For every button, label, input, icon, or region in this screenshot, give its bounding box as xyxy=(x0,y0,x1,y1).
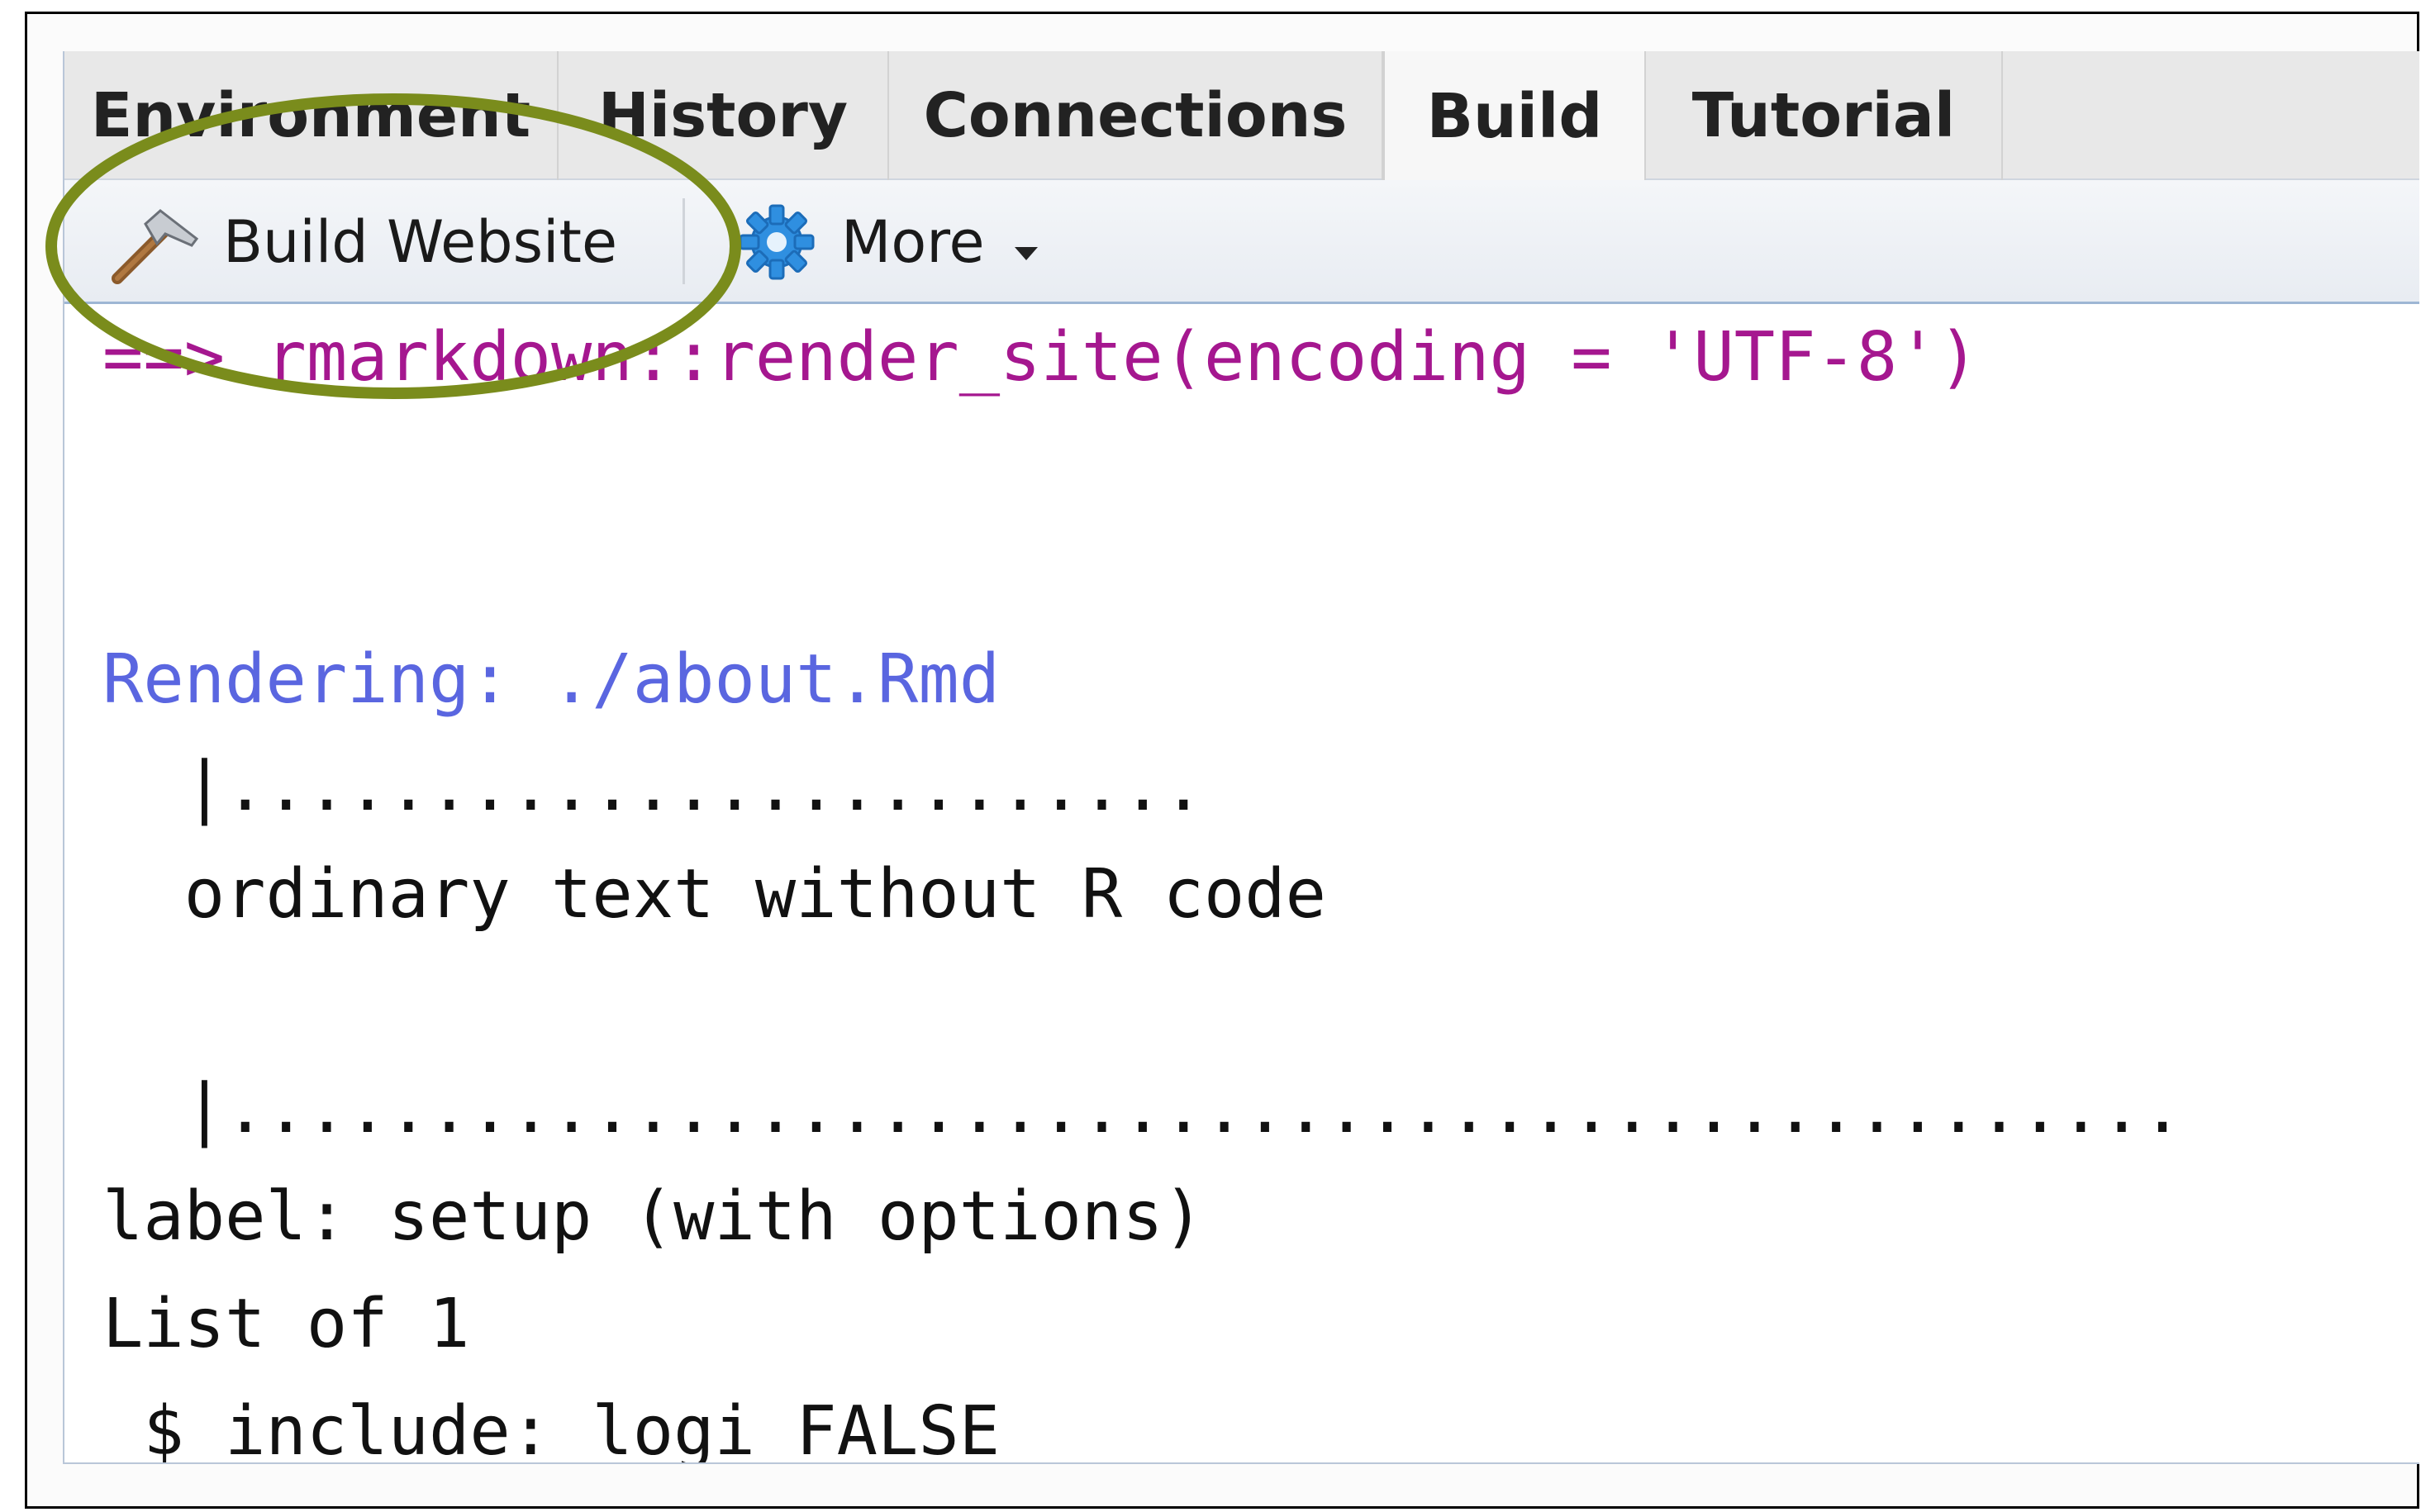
caret-down-icon xyxy=(1013,208,1039,276)
build-website-label: Build Website xyxy=(223,208,618,276)
build-pane: Environment History Connections Build Tu… xyxy=(63,51,2419,1464)
console-line: |........................ xyxy=(102,748,1204,826)
console-line: |.......................................… xyxy=(102,1070,2183,1148)
toolbar-separator xyxy=(683,198,685,284)
tab-connections[interactable]: Connections xyxy=(889,51,1383,180)
tab-build[interactable]: Build xyxy=(1383,51,1646,182)
gear-icon xyxy=(735,201,818,283)
console-line: Rendering: ./about.Rmd xyxy=(102,640,1001,719)
pane-tab-bar: Environment History Connections Build Tu… xyxy=(64,51,2419,182)
more-menu-button[interactable]: More xyxy=(735,180,1039,304)
more-label: More xyxy=(841,208,985,276)
console-line: label: setup (with options) xyxy=(102,1177,1204,1256)
build-console-output[interactable]: ==> rmarkdown::render_site(encoding = 'U… xyxy=(64,304,2419,1462)
tab-environment[interactable]: Environment xyxy=(64,51,559,180)
tab-history[interactable]: History xyxy=(559,51,889,180)
build-toolbar: Build Website More xyxy=(64,180,2419,304)
console-line: ordinary text without R code xyxy=(102,855,1327,934)
tab-tutorial[interactable]: Tutorial xyxy=(1646,51,2003,180)
console-line: $ include: logi FALSE xyxy=(102,1392,1001,1464)
console-line: List of 1 xyxy=(102,1285,470,1363)
console-line: ==> rmarkdown::render_site(encoding = 'U… xyxy=(102,318,1979,397)
build-website-button[interactable]: Build Website xyxy=(106,180,617,304)
hammer-icon xyxy=(106,196,199,288)
